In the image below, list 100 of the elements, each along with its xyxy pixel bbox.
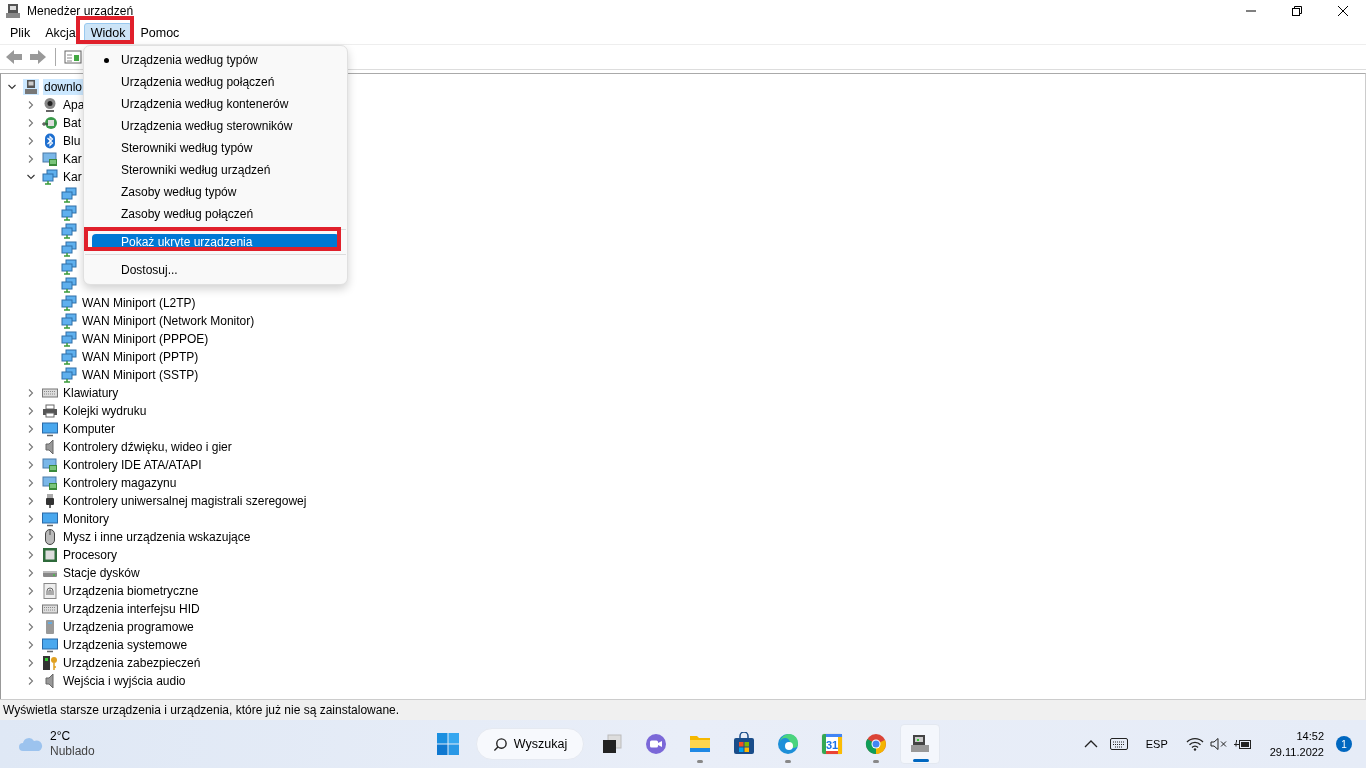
battery-charging-icon[interactable] (1233, 737, 1252, 751)
adapter-card-icon (42, 457, 58, 473)
tree-item[interactable]: Monitory (62, 511, 110, 527)
tree-item[interactable]: Mysz i inne urządzenia wskazujące (62, 529, 252, 545)
expand-chevron-icon[interactable] (26, 676, 36, 686)
forward-button[interactable] (28, 47, 48, 67)
browser-swirl-icon (776, 732, 800, 756)
network-monitor-icon (61, 331, 77, 347)
tree-item[interactable]: WAN Miniport (PPPOE) (81, 331, 210, 347)
muted-speaker-icon[interactable] (1209, 737, 1228, 751)
back-button[interactable] (4, 47, 24, 67)
tree-item[interactable]: WAN Miniport (PPTP) (81, 349, 200, 365)
menu-option[interactable]: Sterowniki według typów (92, 137, 339, 159)
tree-item[interactable]: Klawiatury (62, 385, 120, 401)
device-manager-taskbar-button[interactable] (900, 724, 940, 764)
expand-chevron-icon[interactable] (26, 424, 36, 434)
expand-chevron-icon[interactable] (26, 640, 36, 650)
adapter-card-icon (42, 475, 58, 491)
tree-item[interactable]: Procesory (62, 547, 119, 563)
menu-item[interactable]: Plik (3, 23, 38, 43)
computer-icon (23, 79, 39, 95)
battery-plug-icon (42, 115, 58, 131)
notification-badge[interactable]: 1 (1336, 736, 1352, 752)
tree-item[interactable]: Wejścia i wyjścia audio (62, 673, 187, 689)
show-hidden-icons-button[interactable] (1083, 740, 1098, 748)
menu-option[interactable]: Urządzenia według sterowników (92, 115, 339, 137)
tree-item[interactable]: Kar (62, 169, 83, 185)
wifi-icon[interactable] (1185, 737, 1204, 751)
tree-item[interactable]: Urządzenia biometryczne (62, 583, 200, 599)
store-bag-icon (732, 732, 756, 756)
bluetooth-icon (42, 133, 58, 149)
menu-option[interactable]: Dostosuj... (92, 259, 339, 281)
tree-item[interactable]: Kontrolery dźwięku, wideo i gier (62, 439, 233, 455)
properties-button[interactable] (63, 47, 83, 67)
tree-item[interactable]: Kolejki wydruku (62, 403, 148, 419)
tree-item[interactable]: Kontrolery IDE ATA/ATAPI (62, 457, 203, 473)
expand-chevron-icon[interactable] (26, 496, 36, 506)
network-monitor-icon (61, 295, 77, 311)
tree-item[interactable]: Blu (62, 133, 82, 149)
clock-date[interactable]: 29.11.2022 (1269, 744, 1324, 760)
clock-time[interactable]: 14:52 (1296, 728, 1324, 744)
expand-chevron-icon[interactable] (26, 460, 36, 470)
calendar-taskbar-button[interactable]: 31 (812, 724, 852, 764)
expand-chevron-icon[interactable] (26, 136, 36, 146)
tree-item[interactable]: downlo (43, 79, 84, 95)
printer-icon (42, 403, 58, 419)
expand-chevron-icon[interactable] (26, 604, 36, 614)
tree-item[interactable]: Urządzenia zabezpieczeń (62, 655, 202, 671)
expand-chevron-icon[interactable] (26, 118, 36, 128)
keyboard-icon[interactable] (1109, 737, 1128, 751)
expand-chevron-icon[interactable] (26, 514, 36, 524)
tree-item[interactable]: Urządzenia programowe (62, 619, 195, 635)
expand-chevron-icon[interactable] (26, 406, 36, 416)
menu-option[interactable]: Urządzenia według kontenerów (92, 93, 339, 115)
menu-item[interactable]: Pomoc (133, 23, 187, 43)
tree-item[interactable]: Kar (62, 151, 83, 167)
tree-item[interactable]: Kontrolery magazynu (62, 475, 178, 491)
collapse-chevron-icon[interactable] (7, 82, 17, 92)
tree-item[interactable]: Stacje dysków (62, 565, 141, 581)
tree-item[interactable]: Urządzenia systemowe (62, 637, 189, 653)
menu-option[interactable]: Urządzenia według typów (92, 49, 339, 71)
expand-chevron-icon[interactable] (26, 478, 36, 488)
expand-chevron-icon[interactable] (26, 658, 36, 668)
expand-chevron-icon[interactable] (26, 442, 36, 452)
search-button[interactable]: Wyszukaj (476, 728, 584, 760)
menu-item[interactable]: Akcja (38, 23, 83, 43)
calendar-icon: 31 (820, 732, 844, 756)
expand-chevron-icon[interactable] (26, 622, 36, 632)
menu-option[interactable]: Urządzenia według połączeń (92, 71, 339, 93)
language-button[interactable]: ESP (1139, 738, 1174, 750)
window-title: Menedżer urządzeń (27, 4, 134, 18)
expand-chevron-icon[interactable] (26, 586, 36, 596)
expand-chevron-icon[interactable] (26, 100, 36, 110)
expand-chevron-icon[interactable] (26, 154, 36, 164)
keyboard-icon (42, 601, 58, 617)
expand-chevron-icon[interactable] (26, 568, 36, 578)
close-icon (1338, 6, 1348, 16)
keyboard-icon (42, 385, 58, 401)
chat-icon (644, 732, 668, 756)
menu-option[interactable]: Zasoby według połączeń (92, 203, 339, 225)
expand-chevron-icon[interactable] (26, 388, 36, 398)
tree-item[interactable]: Bat (62, 115, 82, 131)
weather-condition-text: Nublado (50, 744, 95, 759)
tree-item[interactable]: Apa (62, 97, 86, 113)
tree-item[interactable]: Kontrolery uniwersalnej magistrali szeregowej (62, 493, 308, 509)
tree-item[interactable]: WAN Miniport (L2TP) (81, 295, 197, 311)
expand-chevron-icon[interactable] (26, 532, 36, 542)
menu-option[interactable]: Sterowniki według urządzeń (92, 159, 339, 181)
tree-item[interactable]: Komputer (62, 421, 117, 437)
network-monitor-icon (61, 349, 77, 365)
temperature-text: 2°C (50, 729, 72, 744)
tree-item[interactable]: WAN Miniport (Network Monitor) (81, 313, 256, 329)
tree-item[interactable]: WAN Miniport (SSTP) (81, 367, 200, 383)
menu-option[interactable]: Zasoby według typów (92, 181, 339, 203)
restore-icon (1292, 6, 1302, 16)
expand-chevron-icon[interactable] (26, 550, 36, 560)
collapse-chevron-icon[interactable] (26, 172, 36, 182)
forward-arrow-icon (29, 49, 47, 65)
mouse-icon (42, 529, 58, 545)
tree-item[interactable]: Urządzenia interfejsu HID (62, 601, 201, 617)
